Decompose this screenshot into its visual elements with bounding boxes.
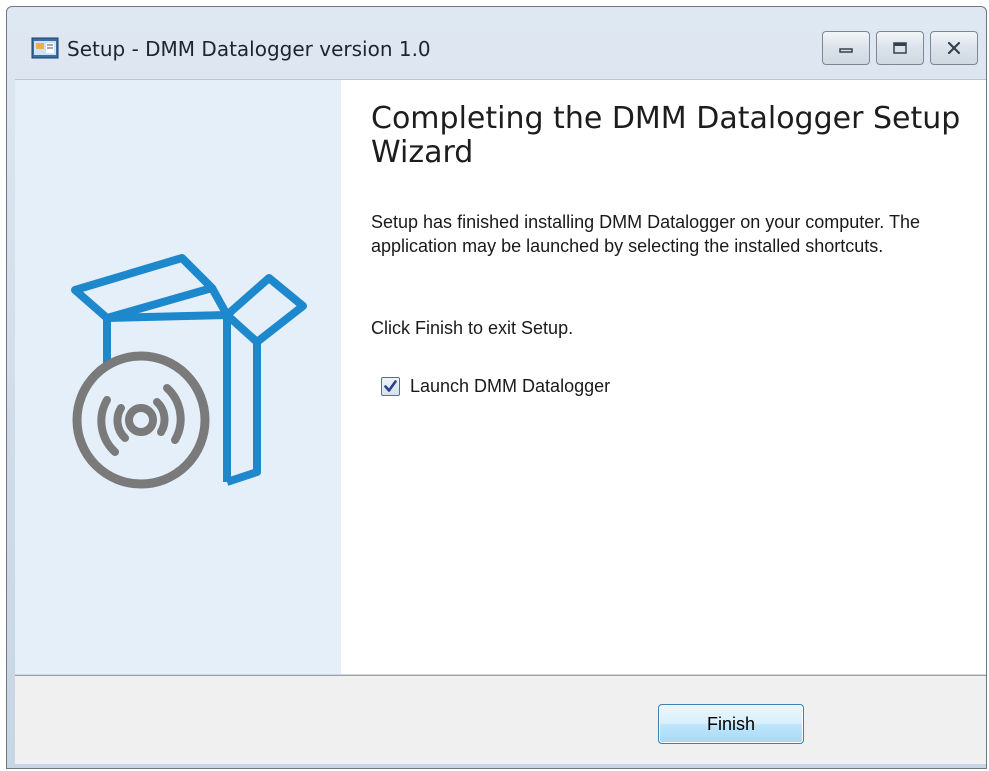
finish-button[interactable]: Finish	[658, 704, 804, 744]
close-button[interactable]	[930, 31, 978, 65]
wizard-sidebar	[15, 80, 341, 674]
launch-checkbox-label[interactable]: Launch DMM Datalogger	[410, 376, 610, 397]
launch-option[interactable]: Launch DMM Datalogger	[381, 376, 610, 397]
maximize-button[interactable]	[876, 31, 924, 65]
launch-checkbox[interactable]	[381, 377, 400, 396]
completion-message: Setup has finished installing DMM Datalo…	[371, 212, 920, 256]
maximize-icon	[893, 42, 907, 54]
caption-buttons	[822, 31, 978, 65]
title-bar[interactable]: Setup - DMM Datalogger version 1.0	[7, 7, 986, 79]
wizard-footer: Finish	[15, 675, 986, 764]
setup-window: Setup - DMM Datalogger version 1.0 Compl…	[6, 6, 987, 769]
window-title: Setup - DMM Datalogger version 1.0	[67, 37, 431, 61]
close-icon	[947, 41, 961, 55]
minimize-icon	[839, 48, 853, 53]
exit-instruction: Click Finish to exit Setup.	[371, 318, 574, 338]
box-with-disc-icon	[71, 254, 307, 489]
setup-installer-icon[interactable]	[31, 35, 61, 61]
wizard-content: Completing the DMM Datalogger Setup Wiza…	[15, 79, 986, 674]
checkmark-icon	[384, 380, 397, 392]
page-title: Completing the DMM Datalogger Setup Wiza…	[371, 101, 961, 170]
minimize-button[interactable]	[822, 31, 870, 65]
wizard-main: Completing the DMM Datalogger Setup Wiza…	[341, 80, 986, 674]
